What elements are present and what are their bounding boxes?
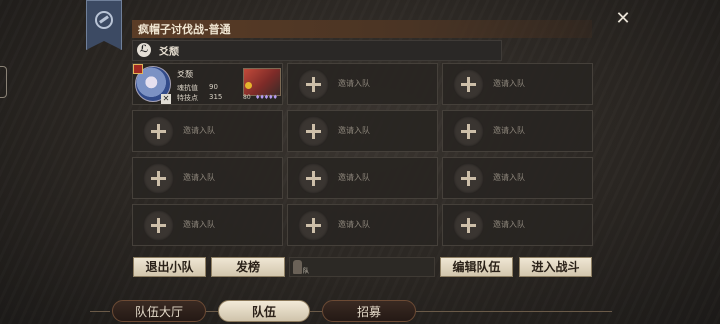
tab-divider (310, 311, 322, 312)
close-icon[interactable]: ✕ (612, 8, 634, 30)
add-member-icon[interactable] (143, 210, 174, 241)
invite-label: 邀请入队 (338, 126, 370, 135)
invite-label: 邀请入队 (493, 126, 525, 135)
remove-member-icon[interactable]: ✕ (161, 94, 171, 104)
empty-team-slot[interactable]: 邀请入队 (442, 204, 593, 246)
tab-team-hall[interactable]: 队伍大厅 (112, 300, 206, 322)
empty-team-slot[interactable]: 邀请入队 (442, 157, 593, 199)
add-member-icon[interactable] (298, 69, 329, 100)
tab-divider (416, 311, 612, 312)
team-header: ℒ 爻颓 (132, 40, 502, 61)
empty-team-slot[interactable]: 邀请入队 (287, 204, 438, 246)
invite-label: 邀请入队 (493, 173, 525, 182)
add-member-icon[interactable] (453, 69, 484, 100)
add-member-icon[interactable] (143, 163, 174, 194)
member-stat-row: 魂抗值 90 (177, 83, 218, 93)
companion-star-icons: ♦♦♦♦♦ (255, 94, 278, 101)
tab-divider (90, 311, 110, 312)
team-chat-bar[interactable]: 队 (289, 257, 435, 277)
post-recruit-button[interactable]: 发榜 (211, 257, 285, 277)
team-name: 爻颓 (159, 47, 179, 58)
companion-level: 80 (243, 94, 251, 101)
rank-badge-icon (133, 64, 143, 74)
empty-team-slot[interactable]: 邀请入队 (287, 63, 438, 105)
member-slot[interactable]: ✕ 爻颓 魂抗值 90 特技点 315 80 ♦♦♦♦♦ (132, 63, 283, 105)
tab-recruit[interactable]: 招募 (322, 300, 416, 322)
invite-label: 邀请入队 (183, 173, 215, 182)
stat-value: 90 (209, 83, 218, 91)
empty-team-slot[interactable]: 邀请入队 (287, 157, 438, 199)
add-member-icon[interactable] (453, 163, 484, 194)
empty-team-slot[interactable]: 邀请入队 (132, 204, 283, 246)
stat-label: 特技点 (177, 94, 198, 102)
invite-label: 邀请入队 (338, 220, 370, 229)
enter-battle-button[interactable]: 进入战斗 (519, 257, 592, 277)
add-member-icon[interactable] (298, 210, 329, 241)
leave-team-button[interactable]: 退出小队 (133, 257, 206, 277)
title-bar: 疯帽子讨伐战-普通 (132, 20, 592, 38)
tab-team[interactable]: 队伍 (218, 300, 310, 322)
add-member-icon[interactable] (143, 116, 174, 147)
add-member-icon[interactable] (453, 116, 484, 147)
empty-team-slot[interactable]: 邀请入队 (132, 110, 283, 152)
invite-label: 邀请入队 (183, 126, 215, 135)
member-name: 爻颓 (177, 70, 193, 79)
empty-team-slot[interactable]: 邀请入队 (132, 157, 283, 199)
empty-team-slot[interactable]: 邀请入队 (442, 110, 593, 152)
invite-label: 邀请入队 (338, 173, 370, 182)
empty-team-slot[interactable]: 邀请入队 (287, 110, 438, 152)
empty-team-slot[interactable]: 邀请入队 (442, 63, 593, 105)
page-title: 疯帽子讨伐战-普通 (138, 23, 231, 36)
tab-divider (206, 311, 218, 312)
add-member-icon[interactable] (298, 163, 329, 194)
chat-icon (293, 260, 302, 274)
invite-label: 邀请入队 (493, 79, 525, 88)
add-member-icon[interactable] (453, 210, 484, 241)
invite-label: 邀请入队 (183, 220, 215, 229)
companion-badge-icon (245, 82, 252, 89)
member-stat-row: 特技点 315 (177, 93, 222, 103)
side-panel-handle[interactable] (0, 66, 7, 98)
stat-value: 315 (209, 93, 223, 101)
stat-label: 魂抗值 (177, 84, 198, 92)
guild-banner-icon (95, 11, 113, 29)
edit-team-button[interactable]: 编辑队伍 (440, 257, 513, 277)
chat-channel-label: 队 (303, 268, 310, 275)
add-member-icon[interactable] (298, 116, 329, 147)
invite-label: 邀请入队 (338, 79, 370, 88)
team-leader-icon: ℒ (137, 43, 151, 57)
invite-label: 邀请入队 (493, 220, 525, 229)
